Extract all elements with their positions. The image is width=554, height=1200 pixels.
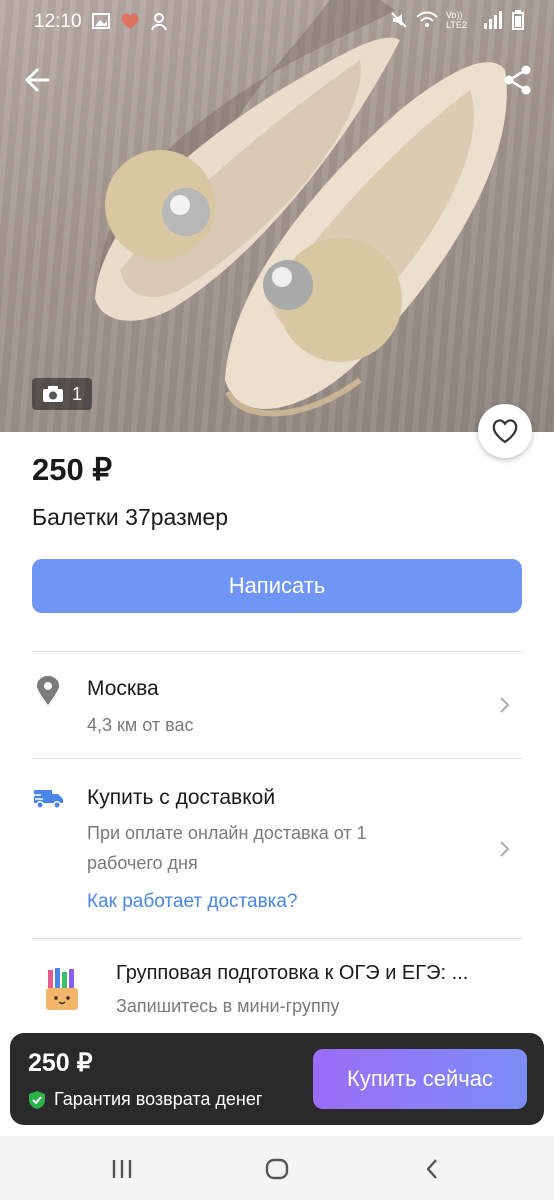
divider [32,758,522,759]
app-notification-icon [151,13,167,31]
status-notification-icons [92,12,168,32]
camera-icon [43,386,63,402]
gallery-icon [92,13,110,29]
signal-icon [484,11,502,29]
chevron-right-icon [500,841,510,857]
delivery-truck-icon [33,790,63,809]
buy-now-button[interactable]: Купить сейчас [313,1049,527,1109]
listing-title: Балетки 37размер [32,504,229,530]
heart-notification-icon [121,13,139,29]
network-label: Vo)) LTE2 [446,10,467,30]
listing-price: 250 ₽ [32,452,113,487]
favorite-button[interactable] [478,404,532,458]
guarantee-text: Гарантия возврата денег [54,1089,263,1109]
divider [32,651,522,652]
chevron-right-icon [500,697,510,713]
heart-icon [492,419,518,444]
home-icon[interactable] [264,1156,290,1182]
battery-icon [512,10,524,30]
shield-check-icon [29,1090,45,1109]
shoes-image [95,0,507,417]
location-distance: 4,3 км от вас [87,715,194,735]
divider [32,938,522,939]
delivery-description-line2: рабочего дня [87,853,198,873]
photo-count-badge: 1 [32,378,93,410]
system-nav-bar [0,1136,554,1200]
wifi-icon [416,11,438,27]
purchase-bar: 250 ₽ Гарантия возврата денег Купить сей… [10,1033,544,1125]
promo-subtitle: Запишитесь в мини-группу [116,996,340,1016]
status-time: 12:10 [34,11,82,32]
status-system-icons: Vo)) LTE2 [390,10,524,30]
share-button[interactable] [500,62,536,98]
delivery-title: Купить с доставкой [87,786,276,809]
pencil-cup-icon [46,968,78,1010]
delivery-info-link[interactable]: Как работает доставка? [87,891,298,913]
arrow-left-icon [25,68,50,92]
back-nav-icon[interactable] [420,1156,446,1182]
status-bar: 12:10 Vo)) LTE2 [0,0,554,44]
write-button[interactable]: Написать [32,559,522,613]
mute-icon [391,12,407,28]
promo-title: Групповая подготовка к ОГЭ и ЕГЭ: ... [116,962,469,984]
back-button[interactable] [20,62,56,98]
money-back-guarantee: Гарантия возврата денег [28,1089,262,1110]
photo-count: 1 [72,383,83,404]
share-icon [504,65,531,95]
location-city: Москва [87,677,159,700]
recent-apps-icon[interactable] [110,1156,136,1182]
location-pin-icon [37,676,59,705]
delivery-description-line1: При оплате онлайн доставка от 1 [87,823,367,843]
listing-photo[interactable]: 12:10 Vo)) LTE2 1 [0,0,554,432]
bottom-price: 250 ₽ [28,1049,93,1077]
